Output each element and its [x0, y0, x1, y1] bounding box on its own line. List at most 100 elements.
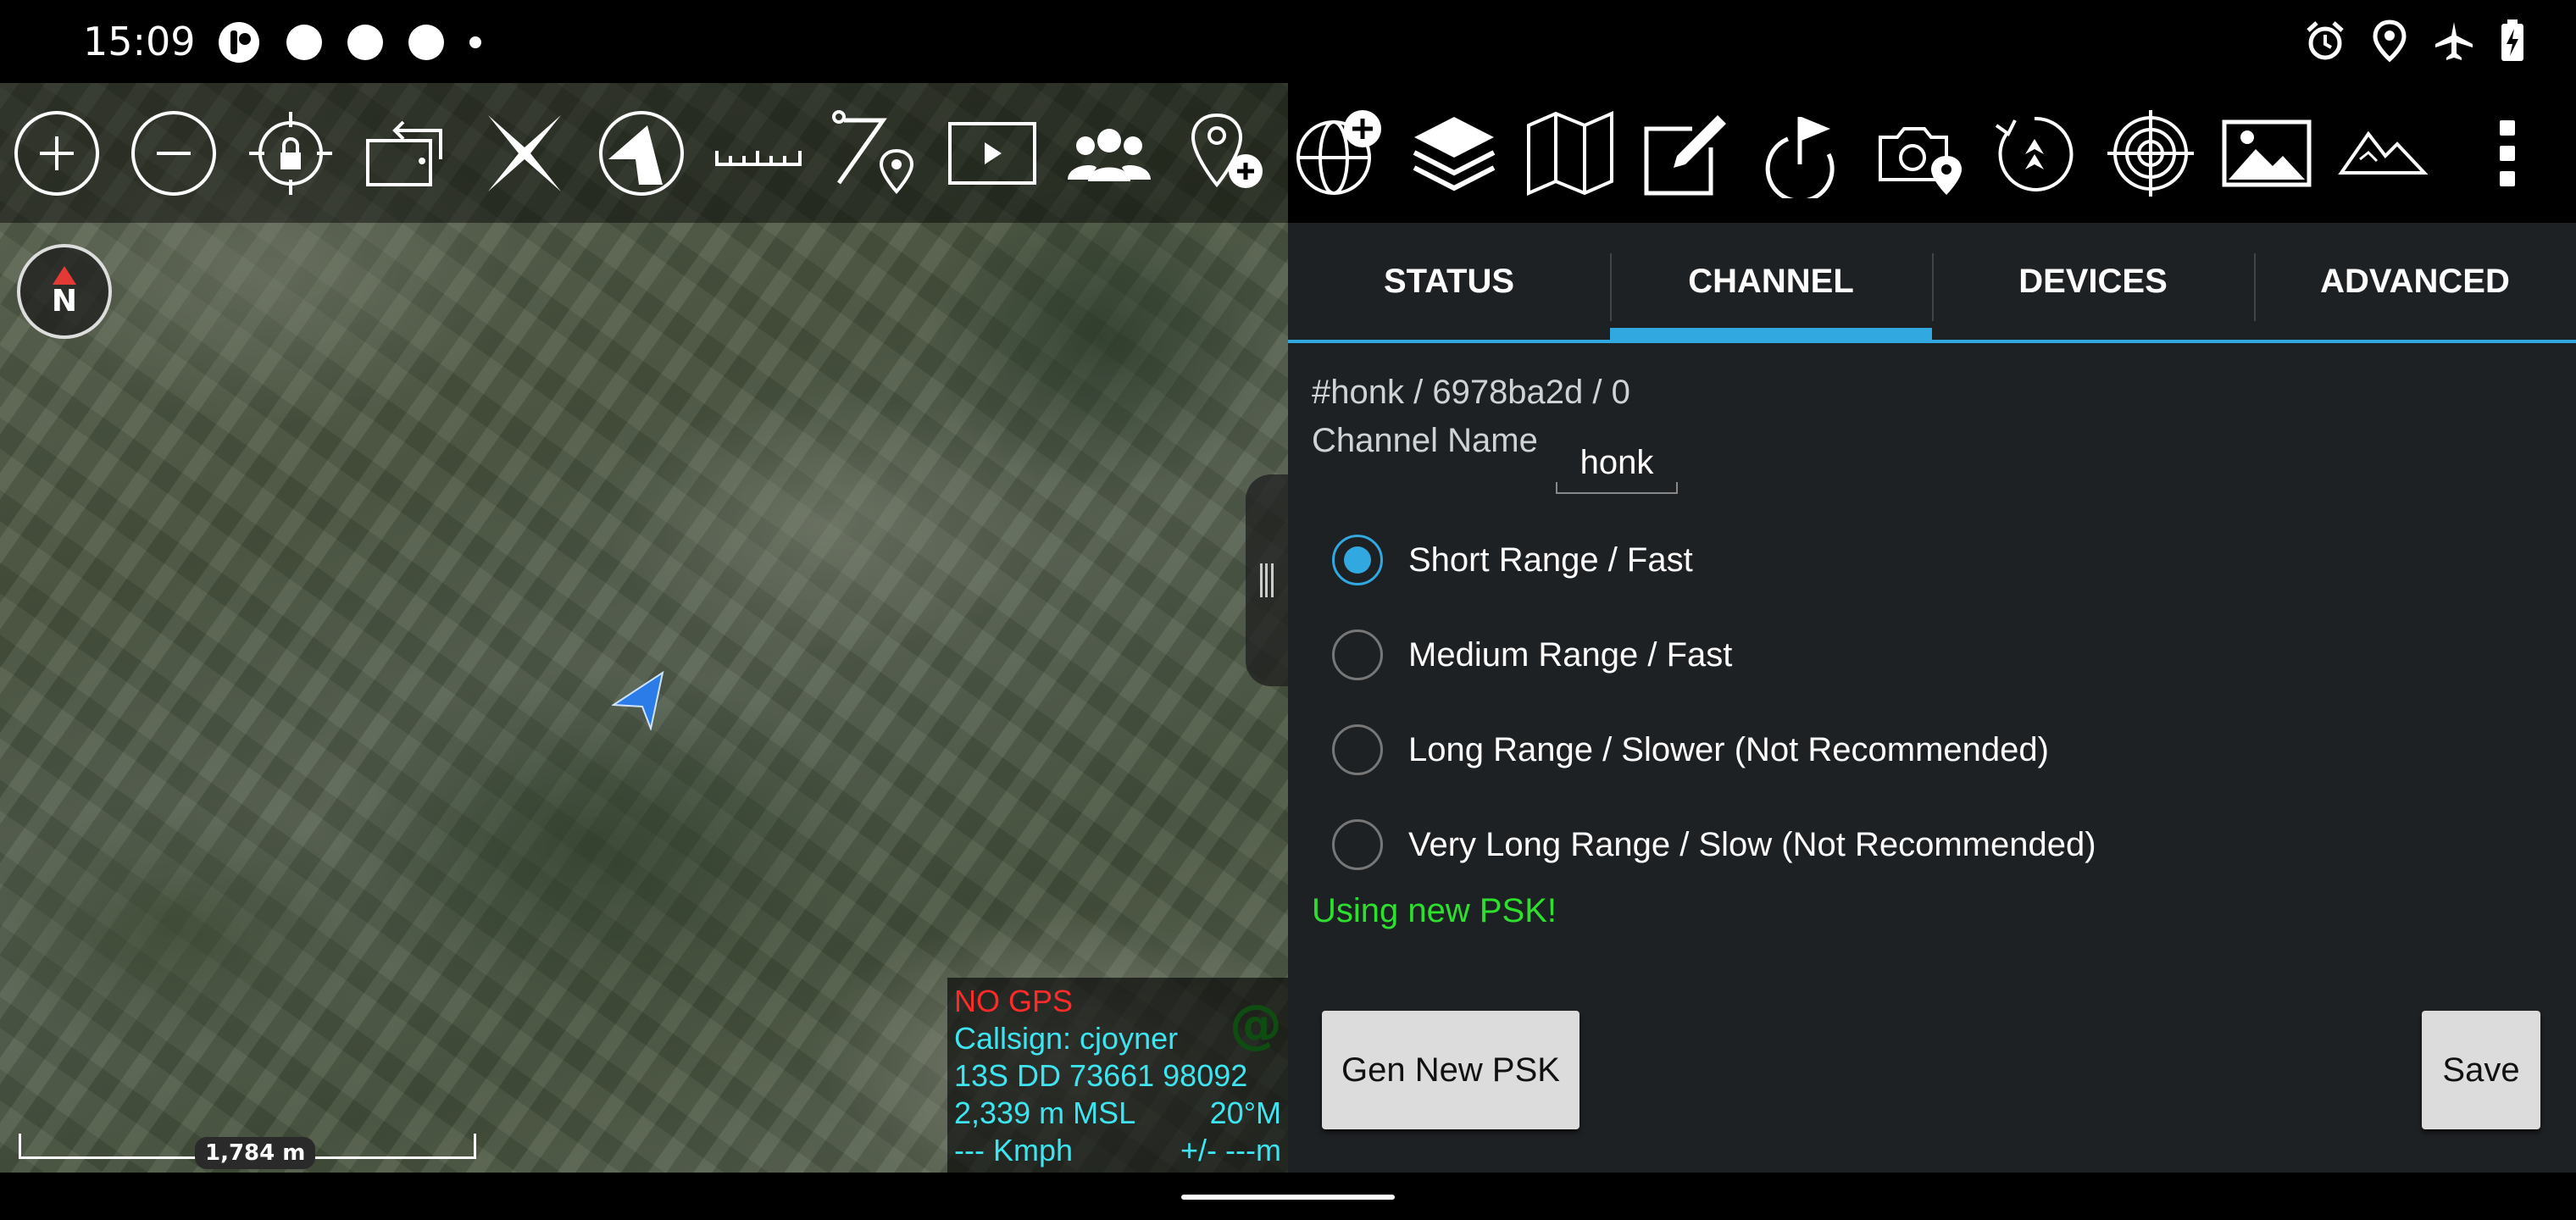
rotate-arrow-button[interactable] [1990, 108, 2079, 198]
zoom-out-icon [131, 110, 216, 196]
rotate-arrow-icon [1995, 116, 2074, 191]
close-x-icon [488, 114, 561, 191]
zoom-in-icon [14, 110, 99, 196]
app-notification-icon [219, 22, 259, 63]
rotate-map-button[interactable] [363, 108, 452, 198]
channel-identifier: #honk / 6978ba2d / 0 [1312, 374, 1630, 411]
image-icon [2222, 119, 2312, 186]
distance-to-point-icon [832, 109, 914, 194]
range-option-short[interactable]: Short Range / Fast [1332, 533, 1693, 587]
camera-location-button[interactable] [1874, 108, 1963, 198]
notification-dot-icon [347, 25, 383, 60]
cone-tool-icon [599, 110, 684, 196]
airplane-mode-icon [2435, 22, 2473, 60]
zoom-in-button[interactable] [12, 108, 102, 198]
terrain-button[interactable] [2338, 108, 2428, 198]
edit-note-button[interactable] [1641, 108, 1731, 198]
navigation-bar [0, 1173, 2576, 1220]
channel-name-input[interactable]: honk [1556, 435, 1678, 494]
video-play-button[interactable] [947, 108, 1037, 198]
tab-channel[interactable]: CHANNEL [1610, 223, 1932, 343]
psk-status-message: Using new PSK! [1312, 892, 1557, 929]
add-globe-icon [1296, 109, 1381, 195]
gen-new-psk-button[interactable]: Gen New PSK [1322, 1011, 1579, 1129]
contacts-icon [1068, 128, 1151, 181]
video-play-icon [948, 121, 1036, 185]
radio-settings-panel: STATUS CHANNEL DEVICES ADVANCED #honk / … [1288, 223, 2576, 1173]
grid-coordinates: 13S DD 73661 98092 [954, 1058, 1248, 1093]
accuracy: +/- ---m [1180, 1133, 1281, 1167]
cone-tool-button[interactable] [597, 108, 686, 198]
location-icon [2373, 19, 2407, 63]
radio-button[interactable] [1332, 535, 1383, 585]
location-info-box[interactable]: NO GPS Callsign: cjoyner 13S DD 73661 98… [947, 978, 1288, 1173]
battery-charging-icon [2501, 19, 2523, 61]
speed: --- Kmph [954, 1133, 1074, 1167]
map-button[interactable] [1525, 108, 1615, 198]
range-option-long[interactable]: Long Range / Slower (Not Recommended) [1332, 723, 2049, 777]
route-flag-icon [1765, 116, 1835, 198]
range-option-label: Very Long Range / Slow (Not Recommended) [1408, 825, 2096, 863]
contacts-button[interactable] [1064, 108, 1154, 198]
map-view[interactable]: N @ NO GPS Callsign: cjoyner 13S DD 7366… [0, 83, 1288, 1173]
terrain-icon [2338, 130, 2428, 175]
tab-bar: STATUS CHANNEL DEVICES ADVANCED [1288, 223, 2576, 343]
rotate-map-icon [366, 120, 442, 186]
lock-on-self-button[interactable] [246, 108, 336, 198]
overflow-menu-button[interactable] [2462, 108, 2552, 198]
notification-dot-icon [286, 25, 322, 60]
range-option-label: Short Range / Fast [1408, 541, 1693, 579]
grip-icon [1260, 563, 1274, 597]
heading: 20°M [1209, 1095, 1281, 1130]
map-toolbar [0, 83, 1288, 223]
tab-advanced[interactable]: ADVANCED [2254, 223, 2576, 340]
scale-label: 1,784 m [195, 1137, 316, 1169]
pane-resize-handle[interactable] [1246, 474, 1288, 686]
notification-icons [217, 20, 481, 64]
range-option-label: Long Range / Slower (Not Recommended) [1408, 730, 2049, 768]
home-gesture-handle[interactable] [1181, 1195, 1395, 1200]
lock-on-self-icon [249, 111, 332, 195]
zoom-out-button[interactable] [129, 108, 219, 198]
tab-devices[interactable]: DEVICES [1932, 223, 2254, 340]
edit-note-icon [1644, 114, 1726, 195]
radio-button[interactable] [1332, 629, 1383, 680]
status-bar: 15:09 [0, 0, 2576, 83]
compass-label: N [51, 284, 78, 319]
system-icons [2303, 19, 2525, 63]
close-tool-button[interactable] [480, 108, 569, 198]
ruler-icon [715, 150, 802, 166]
alarm-icon [2307, 21, 2344, 60]
range-option-medium[interactable]: Medium Range / Fast [1332, 628, 1732, 682]
target-button[interactable] [2106, 108, 2196, 198]
ruler-button[interactable] [713, 108, 803, 198]
distance-to-point-button[interactable] [830, 108, 920, 198]
overflow-menu-icon [2500, 119, 2515, 186]
north-arrow-icon [53, 266, 76, 285]
camera-location-icon [1879, 126, 1962, 195]
add-marker-button[interactable] [1181, 108, 1271, 198]
channel-name-label: Channel Name [1312, 422, 1538, 459]
save-button[interactable]: Save [2422, 1011, 2540, 1129]
image-button[interactable] [2222, 108, 2312, 198]
layers-icon [1413, 116, 1496, 191]
altitude: 2,339 m MSL [954, 1095, 1136, 1130]
radio-button[interactable] [1332, 724, 1383, 775]
tab-status[interactable]: STATUS [1288, 223, 1610, 340]
layers-button[interactable] [1409, 108, 1499, 198]
notification-dot-icon [408, 25, 444, 60]
map-icon [1527, 110, 1613, 196]
self-location-marker-icon[interactable] [612, 671, 666, 730]
range-option-very-long[interactable]: Very Long Range / Slow (Not Recommended) [1332, 818, 2096, 872]
compass-button[interactable]: N [17, 244, 112, 339]
add-marker-icon [1191, 113, 1263, 188]
callsign: Callsign: cjoyner [954, 1021, 1179, 1056]
target-icon [2107, 109, 2194, 197]
route-flag-button[interactable] [1757, 108, 1847, 198]
radio-button[interactable] [1332, 819, 1383, 870]
add-globe-button[interactable] [1293, 108, 1383, 198]
clock: 15:09 [83, 19, 196, 64]
gps-status: NO GPS [954, 984, 1074, 1018]
tools-toolbar [1288, 83, 2576, 223]
range-option-label: Medium Range / Fast [1408, 635, 1733, 674]
